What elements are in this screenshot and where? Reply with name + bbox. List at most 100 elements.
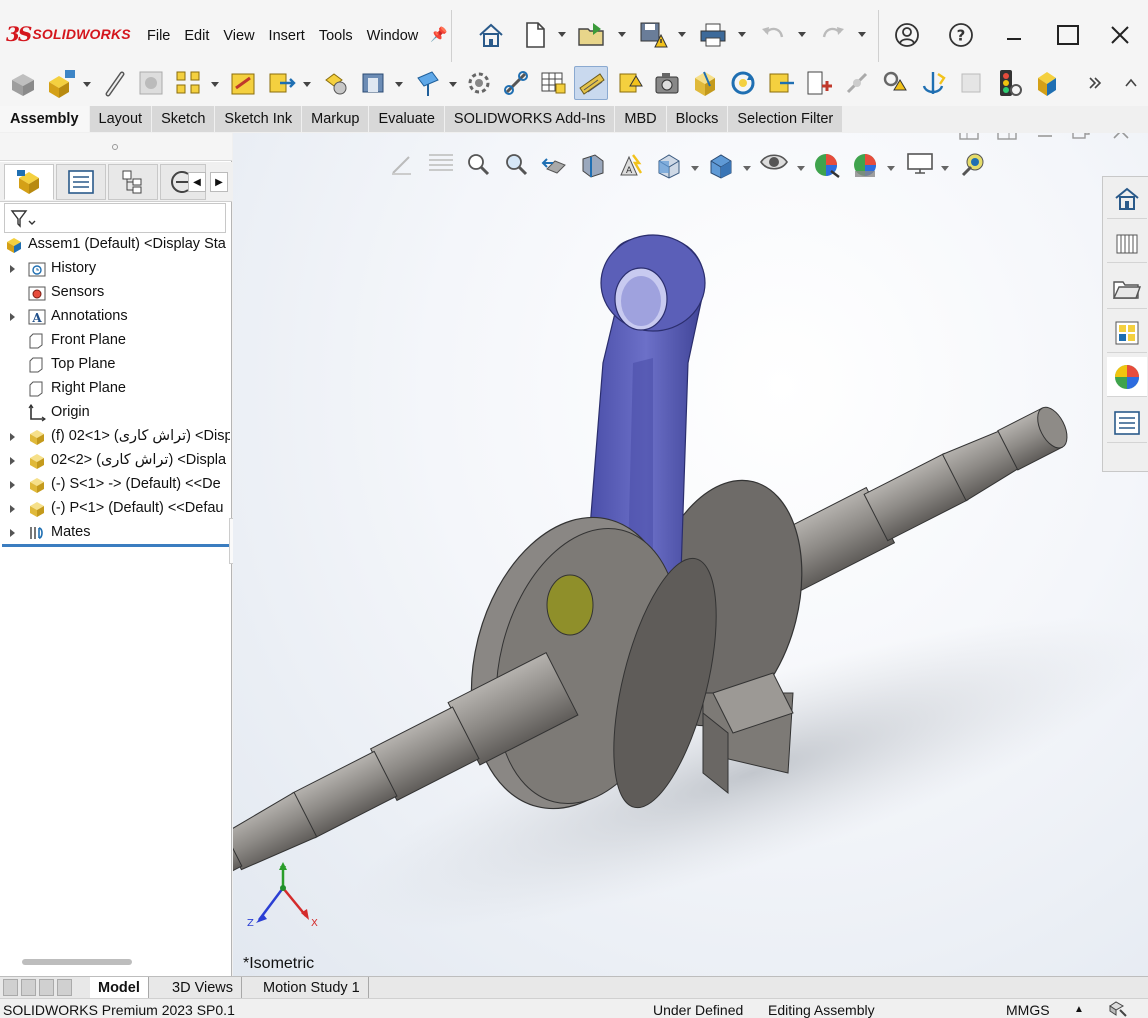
tree-item-sensors[interactable]: Sensors xyxy=(0,281,230,305)
dynamic-annotation-views-icon[interactable]: A xyxy=(617,151,649,183)
mate-icon[interactable] xyxy=(98,66,132,100)
tab-evaluate[interactable]: Evaluate xyxy=(369,106,445,132)
view-settings-icon[interactable] xyxy=(905,151,937,183)
tile-left-icon[interactable] xyxy=(958,133,986,145)
tree-item-component-p-1[interactable]: (-) P<1> (Default) <<Defau xyxy=(0,497,230,521)
defeature-icon[interactable] xyxy=(840,66,874,100)
maximize-window-button[interactable] xyxy=(1048,18,1088,52)
assembly-features-icon[interactable] xyxy=(356,66,390,100)
tree-item-origin[interactable]: Origin xyxy=(0,401,230,425)
close-document-button[interactable] xyxy=(1111,133,1139,145)
graphics-area[interactable]: Y X Z A *Isometric xyxy=(233,133,1148,976)
menu-tools[interactable]: Tools xyxy=(312,26,360,46)
save-dropdown-icon[interactable] xyxy=(678,29,688,39)
new-document-icon[interactable] xyxy=(518,18,552,52)
assembly-visualization-icon[interactable] xyxy=(1030,66,1064,100)
previous-view-icon[interactable] xyxy=(389,151,421,183)
tree-item-right-plane[interactable]: Right Plane xyxy=(0,377,230,401)
exploded-view-icon[interactable] xyxy=(574,66,608,100)
snapshot-icon[interactable] xyxy=(650,66,684,100)
tree-item-component-s-1[interactable]: (-) S<1> -> (Default) <<De xyxy=(0,473,230,497)
user-account-icon[interactable] xyxy=(890,18,924,52)
solidworks-logo[interactable]: 3S SOLIDWORKS xyxy=(6,20,131,48)
linear-pattern-icon[interactable] xyxy=(172,66,206,100)
menu-insert[interactable]: Insert xyxy=(262,26,312,46)
take-snapshot-icon[interactable] xyxy=(764,66,798,100)
instant3d-icon[interactable] xyxy=(688,66,722,100)
insert-components-dropdown-icon[interactable] xyxy=(83,79,93,89)
undo-dropdown-icon[interactable] xyxy=(798,29,808,39)
apply-scene-icon[interactable] xyxy=(851,151,883,183)
expand-arrow-icon[interactable] xyxy=(8,425,20,449)
unit-system-dropdown-icon[interactable]: ▲ xyxy=(1074,1004,1084,1015)
mate-controller-icon[interactable] xyxy=(916,66,950,100)
tree-item-front-plane[interactable]: Front Plane xyxy=(0,329,230,353)
rebuild-status-icon[interactable] xyxy=(1108,1000,1128,1018)
next-tab-button[interactable] xyxy=(39,979,54,996)
expand-arrow-icon[interactable] xyxy=(8,257,20,281)
large-assembly-settings-icon[interactable] xyxy=(802,66,836,100)
tab-sketch[interactable]: Sketch xyxy=(152,106,216,132)
solidworks-resources-icon[interactable] xyxy=(1107,179,1147,219)
tab-mbd[interactable]: MBD xyxy=(615,106,667,132)
configuration-manager-tab-icon[interactable] xyxy=(108,164,158,200)
tab-selection-filter[interactable]: Selection Filter xyxy=(728,106,844,132)
expand-arrow-icon[interactable] xyxy=(8,497,20,521)
reference-geometry-icon[interactable] xyxy=(410,66,444,100)
display-style-icon[interactable] xyxy=(707,151,739,183)
menu-edit[interactable]: Edit xyxy=(177,26,216,46)
print-icon[interactable] xyxy=(696,18,730,52)
expand-arrow-icon[interactable] xyxy=(8,305,20,329)
move-component-dropdown-icon[interactable] xyxy=(303,79,313,89)
tile-right-icon[interactable] xyxy=(996,133,1024,145)
view-orientation-dropdown-icon[interactable] xyxy=(691,163,701,173)
undo-icon[interactable] xyxy=(756,18,790,52)
minimize-document-button[interactable] xyxy=(1035,133,1063,145)
save-warning-icon[interactable] xyxy=(636,18,670,52)
view-palette-icon[interactable] xyxy=(1107,313,1147,353)
panel-tabs-scroll-right-icon[interactable]: ▶ xyxy=(210,172,228,192)
hide-show-dropdown-icon[interactable] xyxy=(797,163,807,173)
redo-icon[interactable] xyxy=(816,18,850,52)
reference-geometry-dropdown-icon[interactable] xyxy=(449,79,459,89)
section-view-icon[interactable] xyxy=(579,151,611,183)
print-dropdown-icon[interactable] xyxy=(738,29,748,39)
view-orientation-icon[interactable] xyxy=(655,151,687,183)
collapse-ribbon-icon[interactable] xyxy=(1114,66,1148,100)
tree-filter-input[interactable] xyxy=(4,203,226,233)
flexible-component-icon[interactable] xyxy=(878,66,912,100)
tree-root-assembly[interactable]: Assem1 (Default) <Display Sta xyxy=(0,233,230,257)
tree-item-component-02-1[interactable]: (f) 02<1> (تراش کاری) <Disp xyxy=(0,425,230,449)
update-speedpak-icon[interactable] xyxy=(726,66,760,100)
hide-show-items-icon[interactable] xyxy=(759,151,791,183)
file-explorer-icon[interactable] xyxy=(1107,269,1147,309)
open-dropdown-icon[interactable] xyxy=(618,29,628,39)
zoom-to-fit-icon[interactable] xyxy=(465,151,497,183)
property-manager-tab-icon[interactable] xyxy=(56,164,106,200)
component-preview-icon[interactable] xyxy=(134,66,168,100)
design-library-icon[interactable] xyxy=(1107,223,1147,263)
display-style-dropdown-icon[interactable] xyxy=(743,163,753,173)
pin-menu-icon[interactable]: 📌 xyxy=(430,26,447,43)
tree-item-mates[interactable]: Mates xyxy=(0,521,230,545)
feature-manager-tab-icon[interactable] xyxy=(4,164,54,200)
section-view-lines-icon[interactable] xyxy=(427,151,459,183)
tree-item-history[interactable]: History xyxy=(0,257,230,281)
tab-model[interactable]: Model xyxy=(90,977,149,999)
assembly-features-dropdown-icon[interactable] xyxy=(395,79,405,89)
menu-file[interactable]: File xyxy=(140,26,177,46)
expand-arrow-icon[interactable] xyxy=(8,473,20,497)
last-tab-button[interactable] xyxy=(57,979,72,996)
tab-markup[interactable]: Markup xyxy=(302,106,370,132)
custom-properties-icon[interactable] xyxy=(1107,403,1147,443)
expand-arrow-icon[interactable] xyxy=(8,521,20,545)
tree-item-annotations[interactable]: A Annotations xyxy=(0,305,230,329)
previous-tab-button[interactable] xyxy=(21,979,36,996)
bill-of-materials-icon[interactable] xyxy=(499,66,533,100)
pattern-dropdown-icon[interactable] xyxy=(211,79,221,89)
new-motion-study-icon[interactable] xyxy=(462,66,496,100)
zoom-to-area-icon[interactable] xyxy=(503,151,535,183)
minimize-window-button[interactable] xyxy=(994,18,1034,52)
tab-3d-views[interactable]: 3D Views xyxy=(164,977,242,999)
edit-component-icon[interactable] xyxy=(6,66,40,100)
